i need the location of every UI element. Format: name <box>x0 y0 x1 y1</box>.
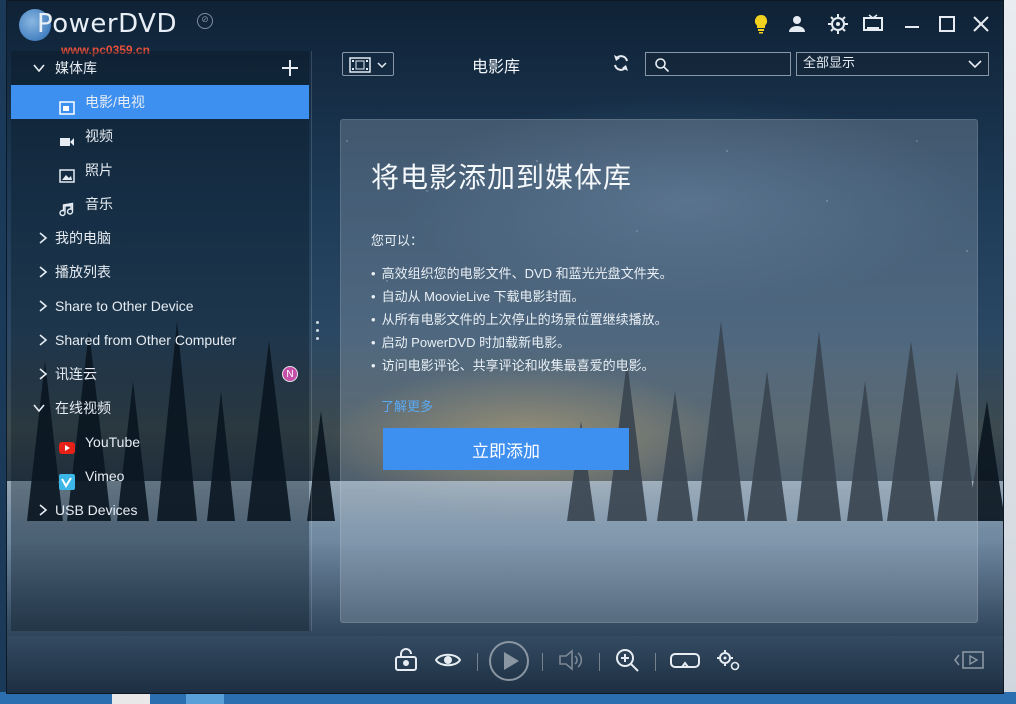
chevron-down-icon <box>33 51 47 85</box>
refresh-icon <box>614 55 628 71</box>
lock-badge-icon: ⊘ <box>197 13 213 29</box>
sidebar-item-label: Shared from Other Computer <box>55 332 237 348</box>
sidebar-item-label: 媒体库 <box>55 60 97 76</box>
sidebar-item-label: 视频 <box>85 128 113 144</box>
tv-mode-icon[interactable] <box>862 13 884 35</box>
sidebar-item-online-video[interactable]: 在线视频 <box>11 391 309 425</box>
chevron-down-icon <box>33 391 47 425</box>
filmstrip-icon <box>349 57 371 73</box>
settings-icon[interactable] <box>715 647 741 673</box>
chevron-right-icon <box>37 221 51 255</box>
chevron-down-icon <box>968 60 982 69</box>
sidebar-item-label: 在线视频 <box>55 400 111 416</box>
sidebar-item-shared-from-computer[interactable]: Shared from Other Computer <box>11 323 309 357</box>
music-note-icon <box>59 196 75 217</box>
sidebar-item-label: Share to Other Device <box>55 298 194 314</box>
title-bar: PowerDVD www.pc0359.cn ⊘ <box>7 1 1003 57</box>
sidebar-item-cyberlink-cloud[interactable]: 讯连云 N <box>11 357 309 391</box>
vr-headset-icon[interactable] <box>669 647 701 673</box>
sidebar-divider <box>311 51 312 631</box>
sidebar-item-photos[interactable]: 照片 <box>11 153 309 187</box>
sidebar-item-media-library[interactable]: 媒体库 <box>11 51 309 85</box>
taskbar-app[interactable] <box>112 694 150 704</box>
play-button[interactable] <box>489 641 529 681</box>
list-item: 访问电影评论、共享评论和收集最喜爱的电影。 <box>371 354 951 377</box>
display-filter-select[interactable]: 全部显示 <box>796 52 989 76</box>
add-now-button[interactable]: 立即添加 <box>383 428 629 470</box>
controls-divider <box>477 653 478 671</box>
sidebar-item-label: 电影/电视 <box>85 94 145 110</box>
gear-icon[interactable] <box>827 13 849 35</box>
chevron-right-icon <box>37 323 51 357</box>
add-library-button[interactable] <box>281 57 299 79</box>
panel-intro: 您可以： <box>371 234 424 249</box>
sidebar-item-youtube[interactable]: YouTube <box>11 425 309 459</box>
list-item: 启动 PowerDVD 时加载新电影。 <box>371 331 951 354</box>
video-camera-icon <box>59 128 75 146</box>
sidebar-resize-handle[interactable] <box>315 321 321 347</box>
chevron-right-icon <box>37 493 51 527</box>
list-item: 从所有电影文件的上次停止的场景位置继续播放。 <box>371 308 951 331</box>
sidebar-item-label: 照片 <box>85 162 113 178</box>
app-title: PowerDVD <box>37 9 177 39</box>
photo-icon <box>59 162 75 183</box>
sidebar-item-label: USB Devices <box>55 502 138 518</box>
sidebar-item-label: 播放列表 <box>55 264 111 280</box>
lightbulb-icon[interactable] <box>750 13 772 35</box>
movie-icon <box>59 94 75 115</box>
learn-more-link[interactable]: 了解更多 <box>381 396 433 415</box>
sidebar-item-share-to-device[interactable]: Share to Other Device <box>11 289 309 323</box>
sidebar-item-playlists[interactable]: 播放列表 <box>11 255 309 289</box>
taskbar-app[interactable] <box>186 694 224 704</box>
powerdvd-window: PowerDVD www.pc0359.cn ⊘ 媒体库 电影/电视 视频 照片… <box>6 0 1004 694</box>
library-title: 电影库 <box>472 57 521 76</box>
sidebar-item-label: 我的电脑 <box>55 230 111 246</box>
sidebar-item-label: 音乐 <box>85 196 113 212</box>
sidebar-item-label: Vimeo <box>85 468 125 484</box>
minimize-icon[interactable] <box>901 13 923 35</box>
controls-divider <box>599 653 600 671</box>
vimeo-icon <box>59 468 75 490</box>
sidebar-item-video[interactable]: 视频 <box>11 119 309 153</box>
play-icon <box>504 652 519 670</box>
controls-divider <box>655 653 656 671</box>
zoom-in-icon[interactable] <box>614 647 640 673</box>
sidebar-item-my-computer[interactable]: 我的电脑 <box>11 221 309 255</box>
sidebar-item-label: YouTube <box>85 434 141 450</box>
filter-selected-value: 全部显示 <box>803 56 856 71</box>
controls-divider <box>542 653 543 671</box>
sidebar-item-music[interactable]: 音乐 <box>11 187 309 221</box>
sidebar-item-label: 讯连云 <box>55 366 97 382</box>
chevron-right-icon <box>37 255 51 289</box>
new-badge: N <box>282 366 298 382</box>
volume-icon[interactable] <box>557 647 583 673</box>
list-item: 高效组织您的电影文件、DVD 和蓝光光盘文件夹。 <box>371 262 951 285</box>
empty-library-panel: 将电影添加到媒体库 您可以： 高效组织您的电影文件、DVD 和蓝光光盘文件夹。 … <box>340 119 978 623</box>
search-input[interactable] <box>674 55 784 73</box>
youtube-icon <box>59 434 75 454</box>
user-icon[interactable] <box>786 13 808 35</box>
desktop-background <box>1004 0 1016 704</box>
sidebar: 媒体库 电影/电视 视频 照片 音乐 我的电脑 播放列表 Share to Ot… <box>11 51 309 631</box>
sidebar-item-vimeo[interactable]: Vimeo <box>11 459 309 493</box>
expand-panel-icon[interactable] <box>951 647 987 673</box>
refresh-button[interactable] <box>611 53 631 73</box>
chevron-down-icon <box>377 62 387 69</box>
panel-heading: 将电影添加到媒体库 <box>371 161 633 194</box>
maximize-icon[interactable] <box>936 13 958 35</box>
feature-list: 高效组织您的电影文件、DVD 和蓝光光盘文件夹。 自动从 MoovieLive … <box>371 262 951 377</box>
chevron-right-icon <box>37 357 51 391</box>
search-icon <box>655 58 670 73</box>
chevron-right-icon <box>37 289 51 323</box>
snapshot-lock-icon[interactable] <box>393 647 419 673</box>
playback-controls <box>7 631 1003 693</box>
eye-icon[interactable] <box>434 647 462 673</box>
sidebar-item-movies-tv[interactable]: 电影/电视 <box>11 85 309 119</box>
view-mode-button[interactable] <box>342 52 394 76</box>
list-item: 自动从 MoovieLive 下载电影封面。 <box>371 285 951 308</box>
sidebar-item-usb-devices[interactable]: USB Devices <box>11 493 309 527</box>
close-icon[interactable] <box>970 13 992 35</box>
search-box[interactable] <box>645 52 791 76</box>
